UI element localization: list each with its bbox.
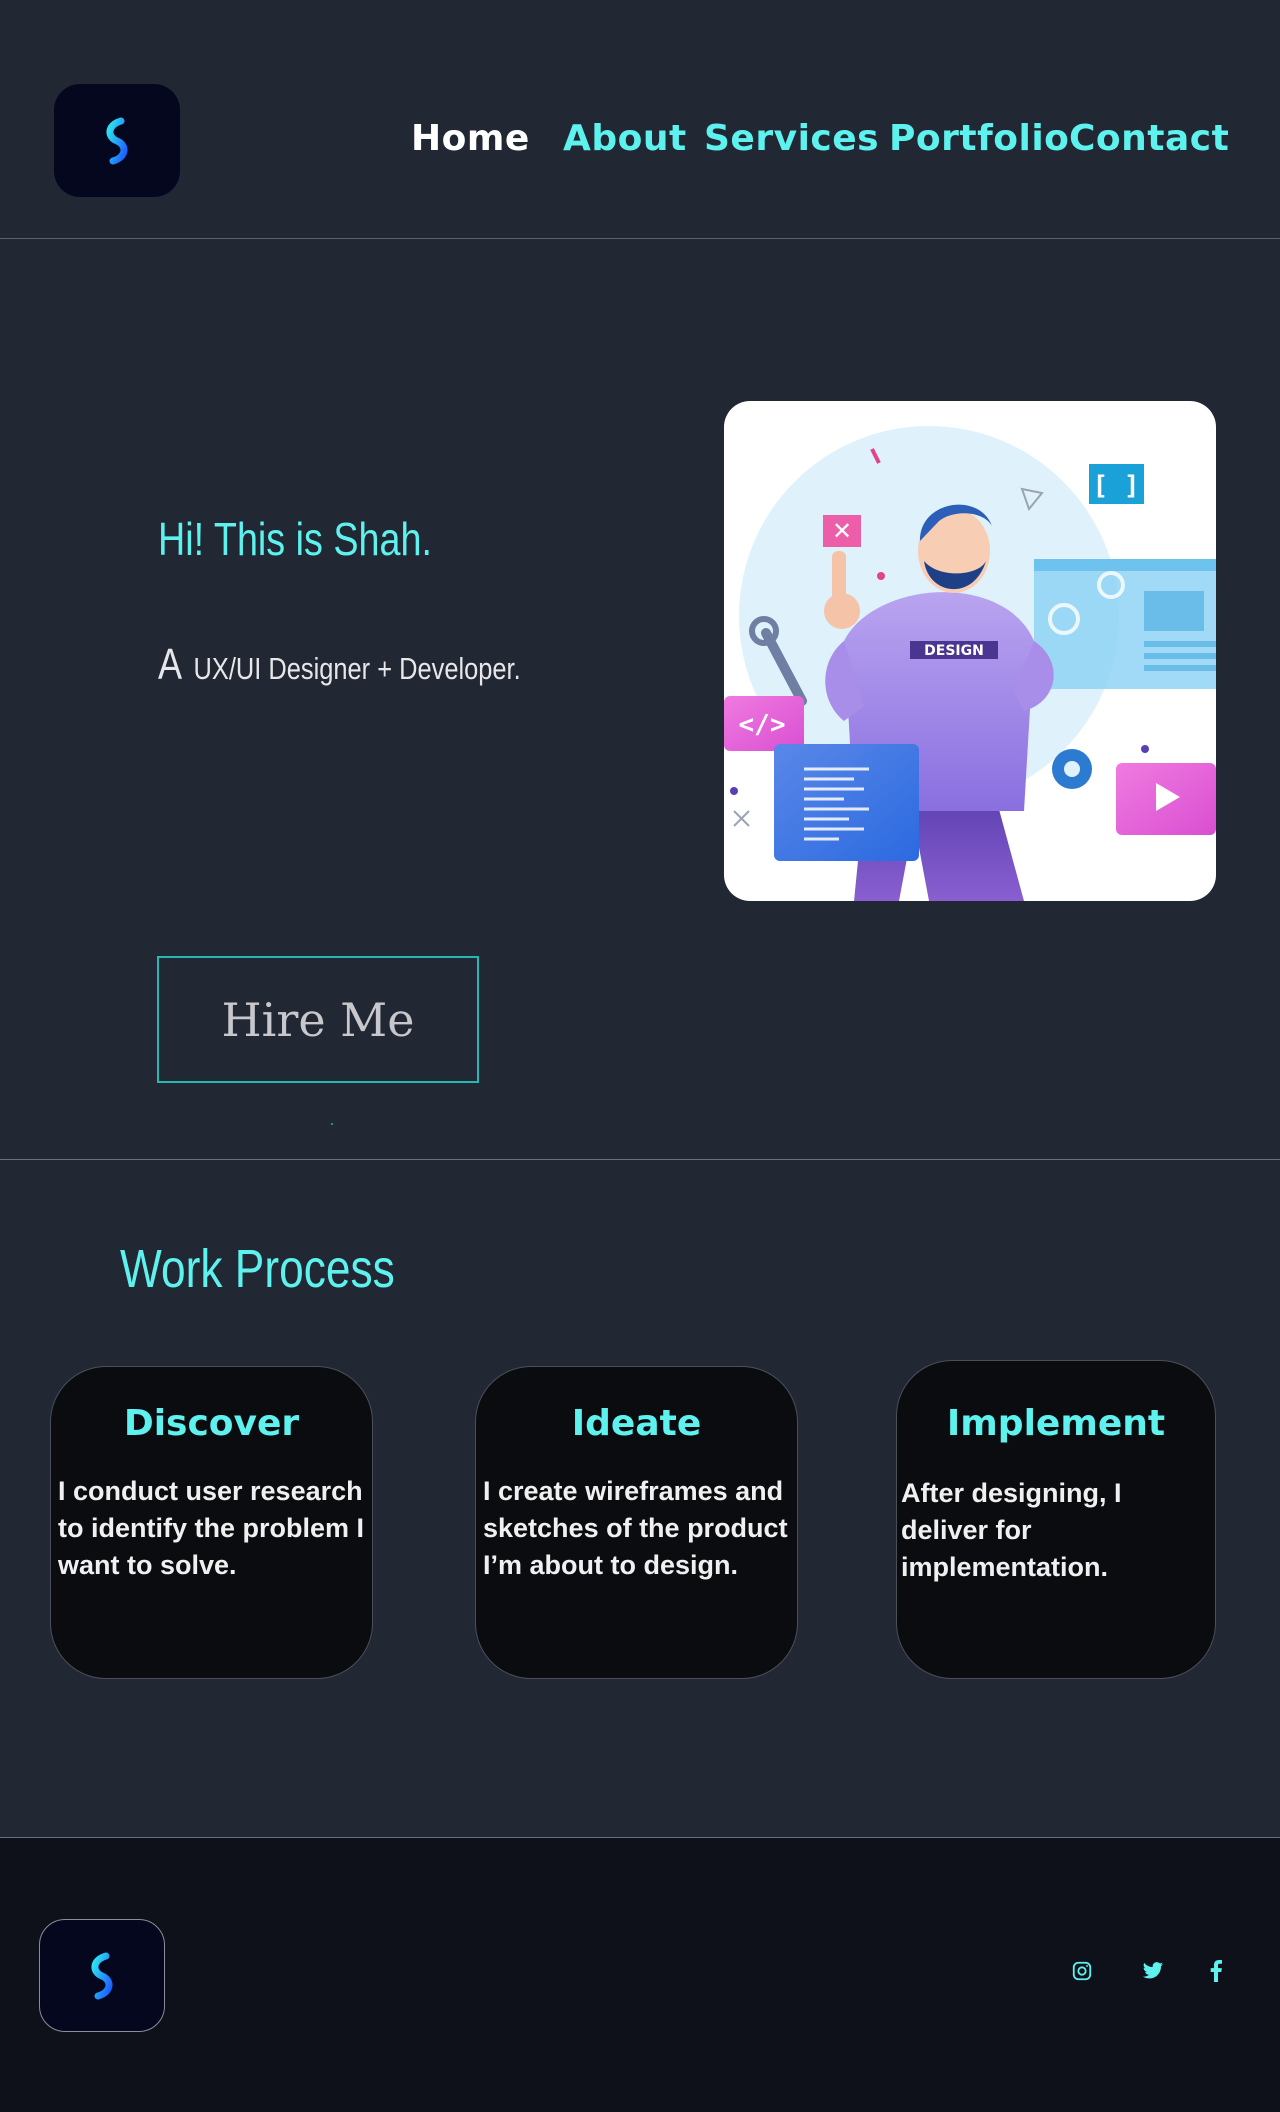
hero-illustration: DESIGN </> ✕ [ ] [724, 401, 1216, 901]
site-header: Home About Services Portfolio Contact [0, 0, 1280, 239]
nav-contact[interactable]: Contact [1069, 118, 1229, 159]
hire-me-button[interactable]: Hire Me [157, 956, 479, 1083]
svg-text:✕: ✕ [832, 517, 852, 545]
svg-text:</>: </> [739, 710, 786, 740]
card-title: Ideate [571, 1403, 702, 1444]
nav-about[interactable]: About [563, 118, 687, 159]
design-badge: DESIGN [924, 643, 984, 659]
ui-window-right [1034, 559, 1216, 689]
role-text: UX/UI Designer + Developer. [193, 651, 521, 686]
facebook-icon[interactable] [1202, 1957, 1230, 1985]
card-text: I conduct user research to identify the … [58, 1476, 365, 1580]
nav-portfolio[interactable]: Portfolio [889, 118, 1069, 159]
card-title: Implement [946, 1403, 1166, 1444]
footer-logo[interactable] [39, 1919, 165, 2032]
card-text: I create wireframes and sketches of the … [483, 1476, 788, 1580]
work-process-title: Work Process [120, 1239, 395, 1299]
designer-illustration: DESIGN </> ✕ [ ] [724, 426, 1216, 901]
site-footer [0, 1837, 1280, 2112]
instagram-icon[interactable] [1068, 1957, 1096, 1985]
logo-icon [91, 1952, 113, 1999]
card-title: Discover [123, 1403, 300, 1444]
svg-text:[ ]: [ ] [1093, 471, 1140, 501]
decorative-dot [331, 1123, 333, 1125]
process-card-discover: Discover I conduct user research to iden… [50, 1366, 373, 1679]
process-card-ideate: Ideate I create wireframes and sketches … [475, 1366, 798, 1679]
hero-role: A UX/UI Designer + Developer. [158, 640, 521, 690]
nav-services[interactable]: Services [704, 118, 879, 159]
hero-section: Hi! This is Shah. A UX/UI Designer + Dev… [0, 240, 1280, 1160]
main-nav: Home About Services Portfolio Contact [0, 118, 1280, 168]
card-text: After designing, I deliver for implement… [901, 1478, 1122, 1582]
role-article: A [158, 640, 183, 689]
process-card-implement: Implement After designing, I deliver for… [896, 1360, 1216, 1679]
nav-home[interactable]: Home [411, 118, 530, 159]
twitter-icon[interactable] [1139, 1957, 1167, 1985]
hero-greeting: Hi! This is Shah. [158, 513, 432, 565]
